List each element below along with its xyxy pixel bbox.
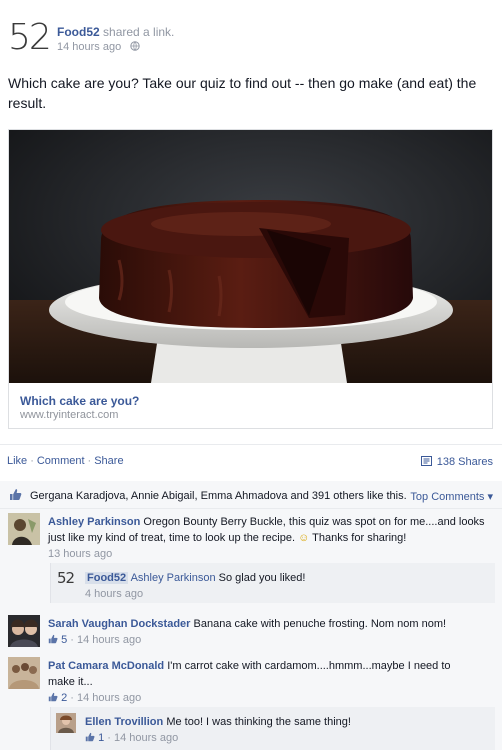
likes-summary-row: Gergana Karadjova, Annie Abigail, Emma A…	[0, 481, 502, 509]
reply-timestamp[interactable]: 4 hours ago	[85, 588, 143, 600]
share-link[interactable]: Share	[94, 455, 123, 467]
comment-timestamp[interactable]: 14 hours ago	[77, 692, 141, 704]
top-comments-dropdown[interactable]: Top Comments ▾	[410, 490, 493, 503]
avatar[interactable]	[8, 615, 40, 647]
reply-text: Me too! I was thinking the same thing!	[166, 716, 351, 728]
reply-meta: 1 · 14 hours ago	[85, 730, 485, 746]
globe-icon[interactable]	[130, 41, 140, 51]
comment-author[interactable]: Sarah Vaughan Dockstader	[48, 618, 190, 630]
reply-tag-link[interactable]: Ashley Parkinson	[131, 572, 216, 584]
post-action-text: shared a link.	[103, 25, 175, 39]
comment-like-count[interactable]: 5	[61, 634, 67, 646]
link-preview-image[interactable]	[9, 130, 492, 383]
smile-emoji-icon: ☺	[298, 532, 310, 544]
like-thumb-icon	[48, 634, 58, 644]
page-avatar-logo[interactable]: 52	[8, 18, 52, 58]
comment-body: Ashley Parkinson Oregon Bounty Berry Buc…	[48, 514, 494, 562]
comment-item: Pat Camara McDonald I'm carrot cake with…	[0, 653, 502, 705]
comment-author[interactable]: Pat Camara McDonald	[48, 660, 164, 672]
comment-like-count[interactable]: 1	[98, 732, 104, 744]
comment-timestamp[interactable]: 13 hours ago	[48, 548, 112, 560]
like-thumb-icon	[85, 732, 95, 742]
meta-separator: ·	[70, 692, 74, 704]
action-links: Like · Comment · Share	[7, 455, 124, 467]
avatar[interactable]	[56, 713, 76, 733]
reply-body: Food52 Ashley Parkinson So glad you like…	[85, 570, 485, 602]
comment-item: Sarah Vaughan Dockstader Banana cake wit…	[0, 611, 502, 655]
meta-separator: ·	[107, 732, 111, 744]
reply-body: Ellen Trovillion Me too! I was thinking …	[85, 714, 485, 746]
meta-separator: ·	[70, 634, 74, 646]
reply-avatar-logo[interactable]: 52	[57, 569, 75, 587]
poster-line: Food52 shared a link.	[57, 25, 174, 39]
action-separator: ·	[30, 455, 34, 467]
link-preview-card[interactable]: Which cake are you? www.tryinteract.com	[8, 129, 493, 429]
comment-item: Ashley Parkinson Oregon Bounty Berry Buc…	[0, 509, 502, 567]
shares-count: 138 Shares	[436, 456, 493, 468]
reply-author[interactable]: Ellen Trovillion	[85, 716, 163, 728]
post-header: 52 Food52 shared a link. 14 hours ago	[0, 0, 502, 64]
comment-timestamp[interactable]: 14 hours ago	[77, 634, 141, 646]
shares-count-link[interactable]: 138 Shares	[420, 455, 493, 468]
post-message: Which cake are you? Take our quiz to fin…	[8, 75, 477, 111]
comment-text-after: Thanks for sharing!	[312, 532, 407, 544]
chevron-down-icon: ▾	[487, 491, 493, 503]
like-link[interactable]: Like	[7, 455, 27, 467]
avatar[interactable]	[8, 513, 40, 545]
likes-summary-text[interactable]: Gergana Karadjova, Annie Abigail, Emma A…	[30, 490, 407, 502]
comment-like-count[interactable]: 2	[61, 692, 67, 704]
top-comments-label: Top Comments	[410, 491, 485, 503]
action-separator: ·	[87, 455, 92, 467]
link-domain: www.tryinteract.com	[20, 409, 119, 421]
comment-meta: 13 hours ago	[48, 546, 494, 562]
reply-timestamp[interactable]: 14 hours ago	[114, 732, 178, 744]
comment-body: Sarah Vaughan Dockstader Banana cake wit…	[48, 616, 494, 648]
reply-item: Ellen Trovillion Me too! I was thinking …	[50, 707, 495, 750]
reply-author[interactable]: Food52	[85, 572, 129, 584]
reply-item: 52 Food52 Ashley Parkinson So glad you l…	[50, 563, 495, 603]
post-timestamp-row: 14 hours ago	[57, 41, 140, 53]
link-title[interactable]: Which cake are you?	[20, 394, 139, 408]
post-actions-bar: Like · Comment · Share 138 Shares	[0, 444, 502, 477]
comment-link[interactable]: Comment	[37, 455, 85, 467]
comment-body: Pat Camara McDonald I'm carrot cake with…	[48, 658, 468, 706]
comment-text: Banana cake with penuche frosting. Nom n…	[193, 618, 447, 630]
comment-author[interactable]: Ashley Parkinson	[48, 516, 140, 528]
page-name-link[interactable]: Food52	[57, 25, 100, 39]
comment-meta: 2 · 14 hours ago	[48, 690, 468, 706]
reply-meta: 4 hours ago	[85, 586, 485, 602]
like-thumb-icon	[48, 692, 58, 702]
like-thumb-icon	[10, 489, 22, 500]
comment-meta: 5 · 14 hours ago	[48, 632, 494, 648]
post-timestamp[interactable]: 14 hours ago	[57, 41, 121, 53]
comments-section: Gergana Karadjova, Annie Abigail, Emma A…	[0, 481, 502, 750]
avatar[interactable]	[8, 657, 40, 689]
shares-icon	[420, 456, 432, 466]
reply-text: So glad you liked!	[218, 572, 306, 584]
